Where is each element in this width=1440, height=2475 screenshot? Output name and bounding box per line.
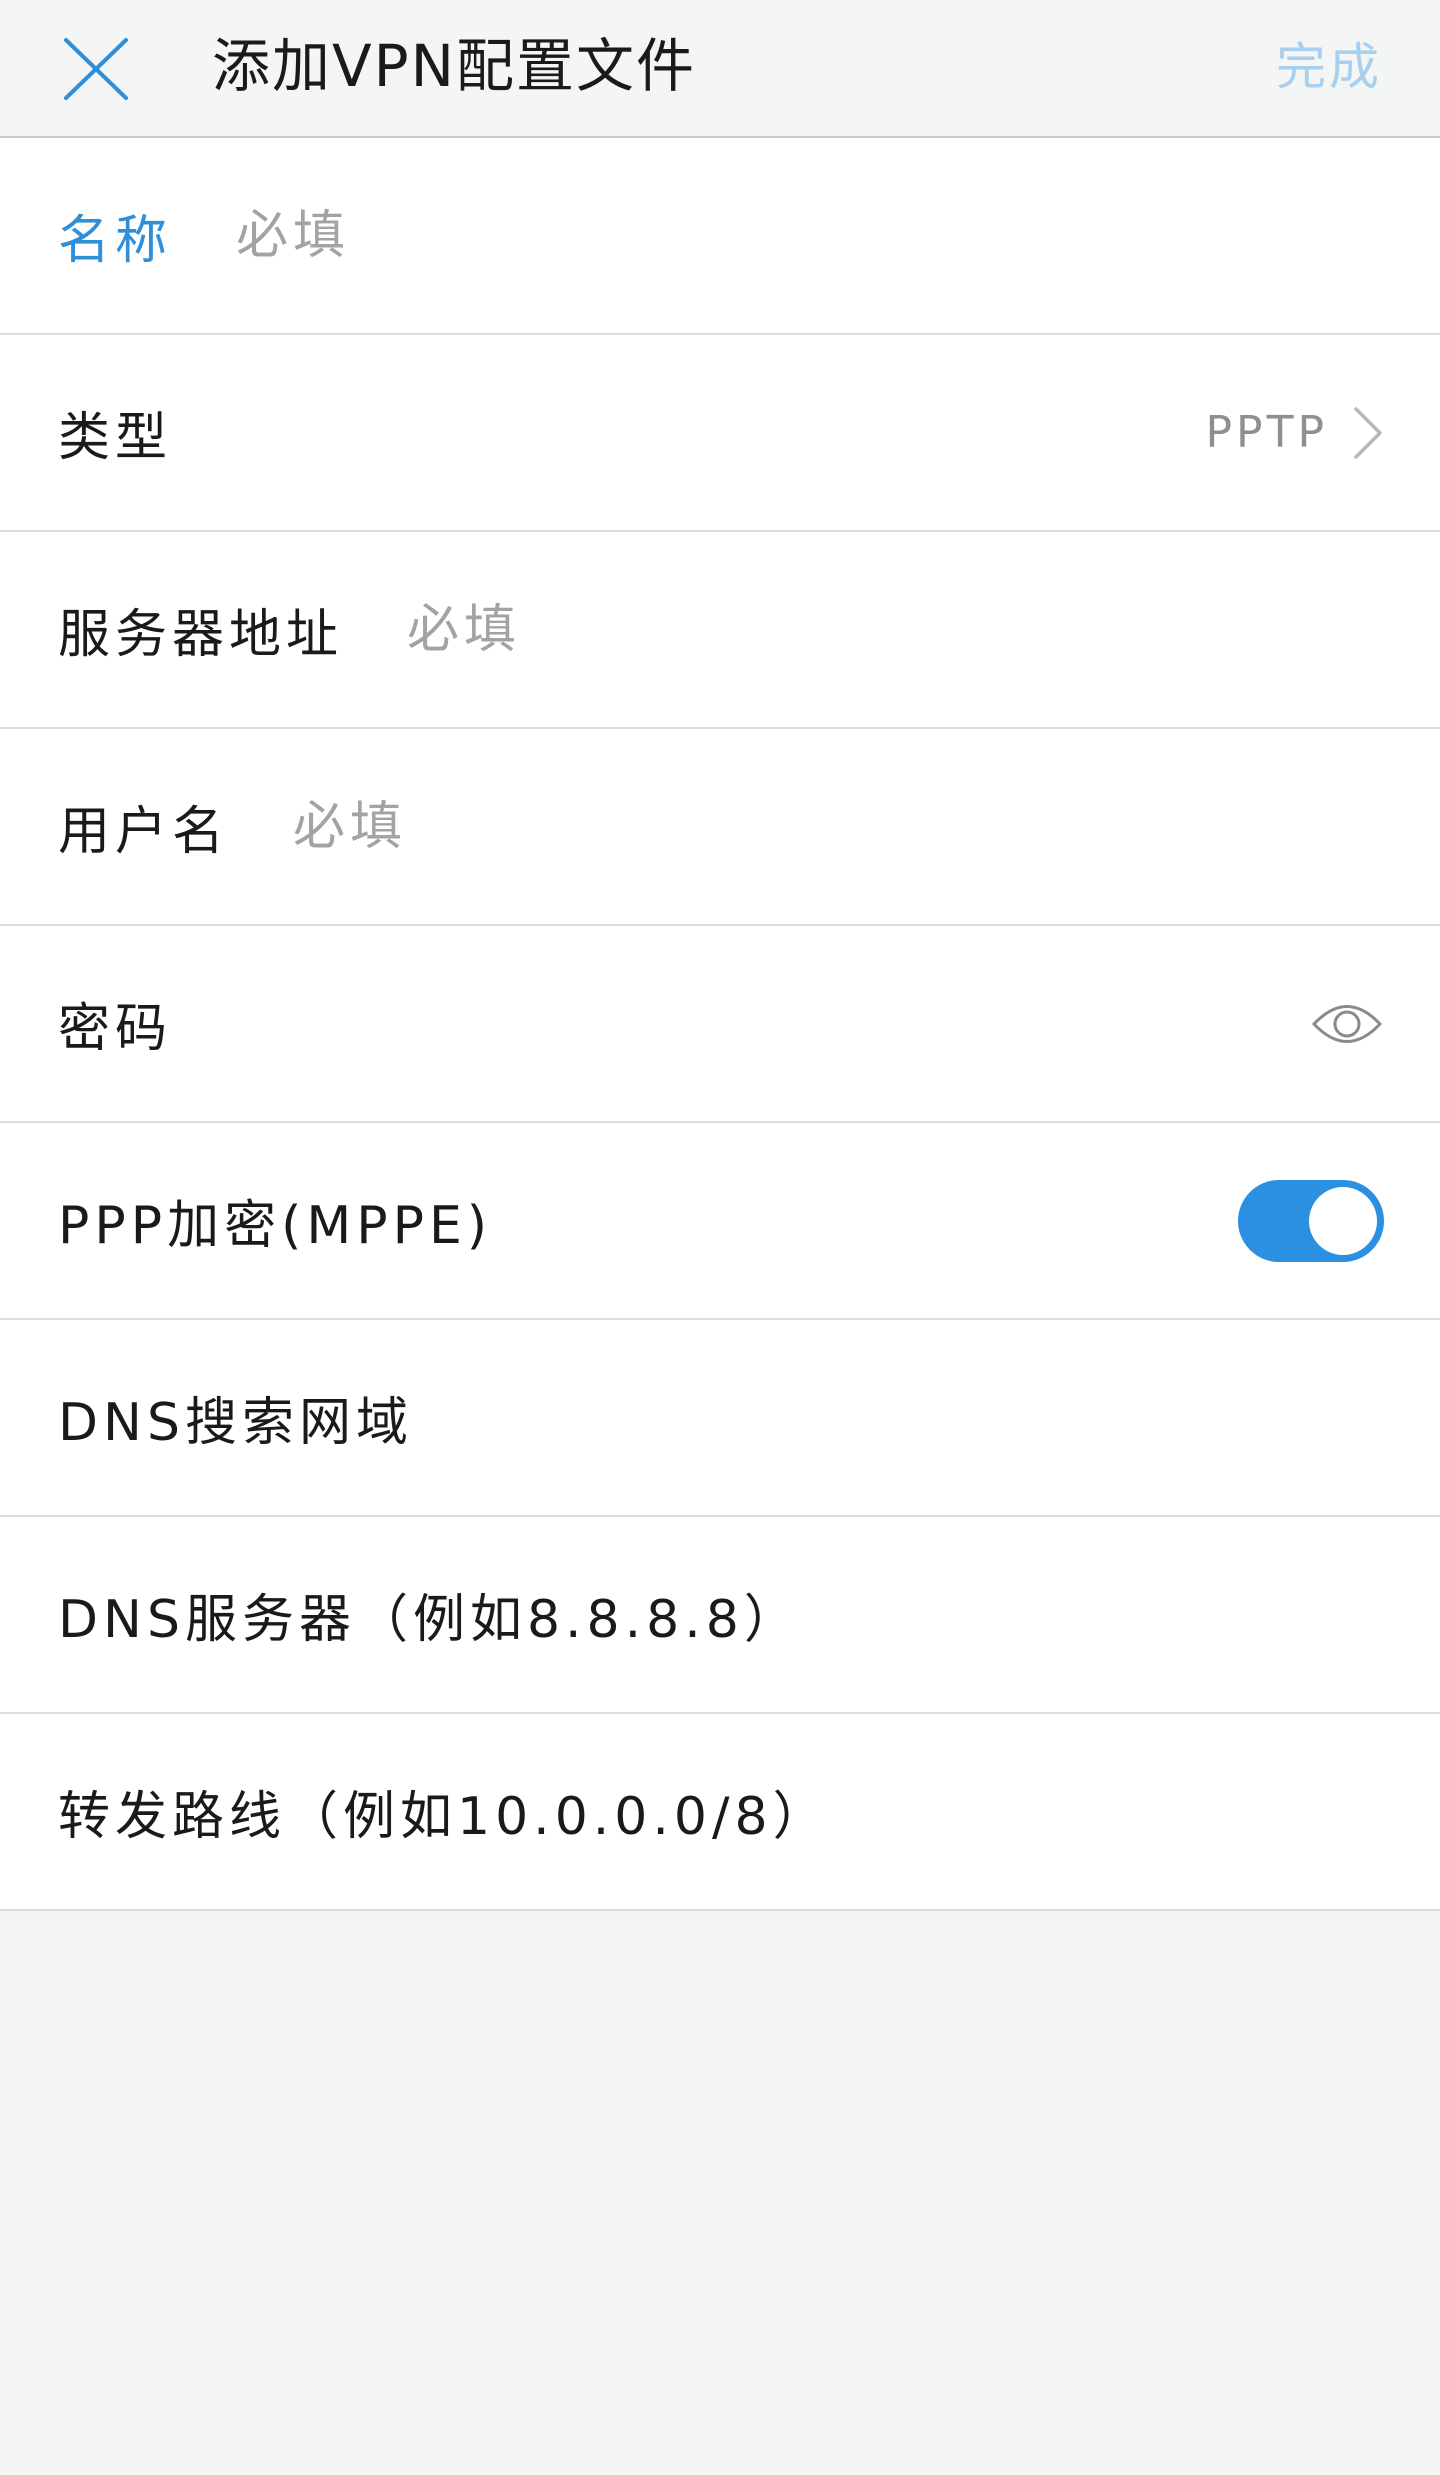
name-label: 名称 (58, 211, 173, 271)
mppe-label: PPP加密(MPPE) (58, 1196, 493, 1256)
password-label: 密码 (58, 999, 173, 1059)
username-label: 用户名 (58, 802, 230, 862)
dns-server-label: DNS服务器（例如8.8.8.8） (58, 1590, 801, 1650)
page-title: 添加VPN配置文件 (212, 32, 697, 100)
dns-server-row[interactable]: DNS服务器（例如8.8.8.8） (0, 1517, 1440, 1714)
forward-route-label: 转发路线（例如10.0.0.0/8） (58, 1787, 830, 1847)
server-address-input[interactable] (407, 599, 1384, 660)
username-row[interactable]: 用户名 (0, 729, 1440, 926)
username-input[interactable] (293, 796, 1384, 857)
forward-route-row[interactable]: 转发路线（例如10.0.0.0/8） (0, 1714, 1440, 1911)
type-label: 类型 (58, 408, 173, 468)
type-value: PPTP (1205, 407, 1328, 458)
password-input[interactable] (236, 993, 1310, 1054)
show-password-button[interactable] (1310, 993, 1384, 1055)
close-icon (64, 38, 128, 100)
vpn-form: 名称 类型 PPTP 服务器地址 用户名 密码 PPP加密(MPPE) (0, 138, 1440, 1911)
dns-server-input[interactable] (864, 1584, 1384, 1645)
name-row[interactable]: 名称 (0, 138, 1440, 335)
password-row[interactable]: 密码 (0, 926, 1440, 1123)
toggle-knob (1309, 1186, 1377, 1255)
mppe-toggle[interactable] (1238, 1179, 1384, 1262)
eye-icon (1311, 1004, 1383, 1043)
mppe-row: PPP加密(MPPE) (0, 1123, 1440, 1320)
chevron-right-icon (1354, 406, 1382, 459)
dns-search-domain-row[interactable]: DNS搜索网域 (0, 1320, 1440, 1517)
dns-search-domain-label: DNS搜索网域 (58, 1393, 413, 1453)
server-address-label: 服务器地址 (58, 605, 344, 665)
type-row[interactable]: 类型 PPTP (0, 335, 1440, 532)
done-button[interactable]: 完成 (1276, 34, 1382, 100)
forward-route-input[interactable] (893, 1781, 1384, 1842)
dns-search-domain-input[interactable] (476, 1387, 1384, 1448)
type-selector[interactable]: PPTP (1206, 405, 1384, 461)
name-input[interactable] (236, 205, 1384, 266)
close-button[interactable] (58, 36, 134, 102)
top-bar: 添加VPN配置文件 完成 (0, 0, 1440, 138)
server-address-row[interactable]: 服务器地址 (0, 532, 1440, 729)
